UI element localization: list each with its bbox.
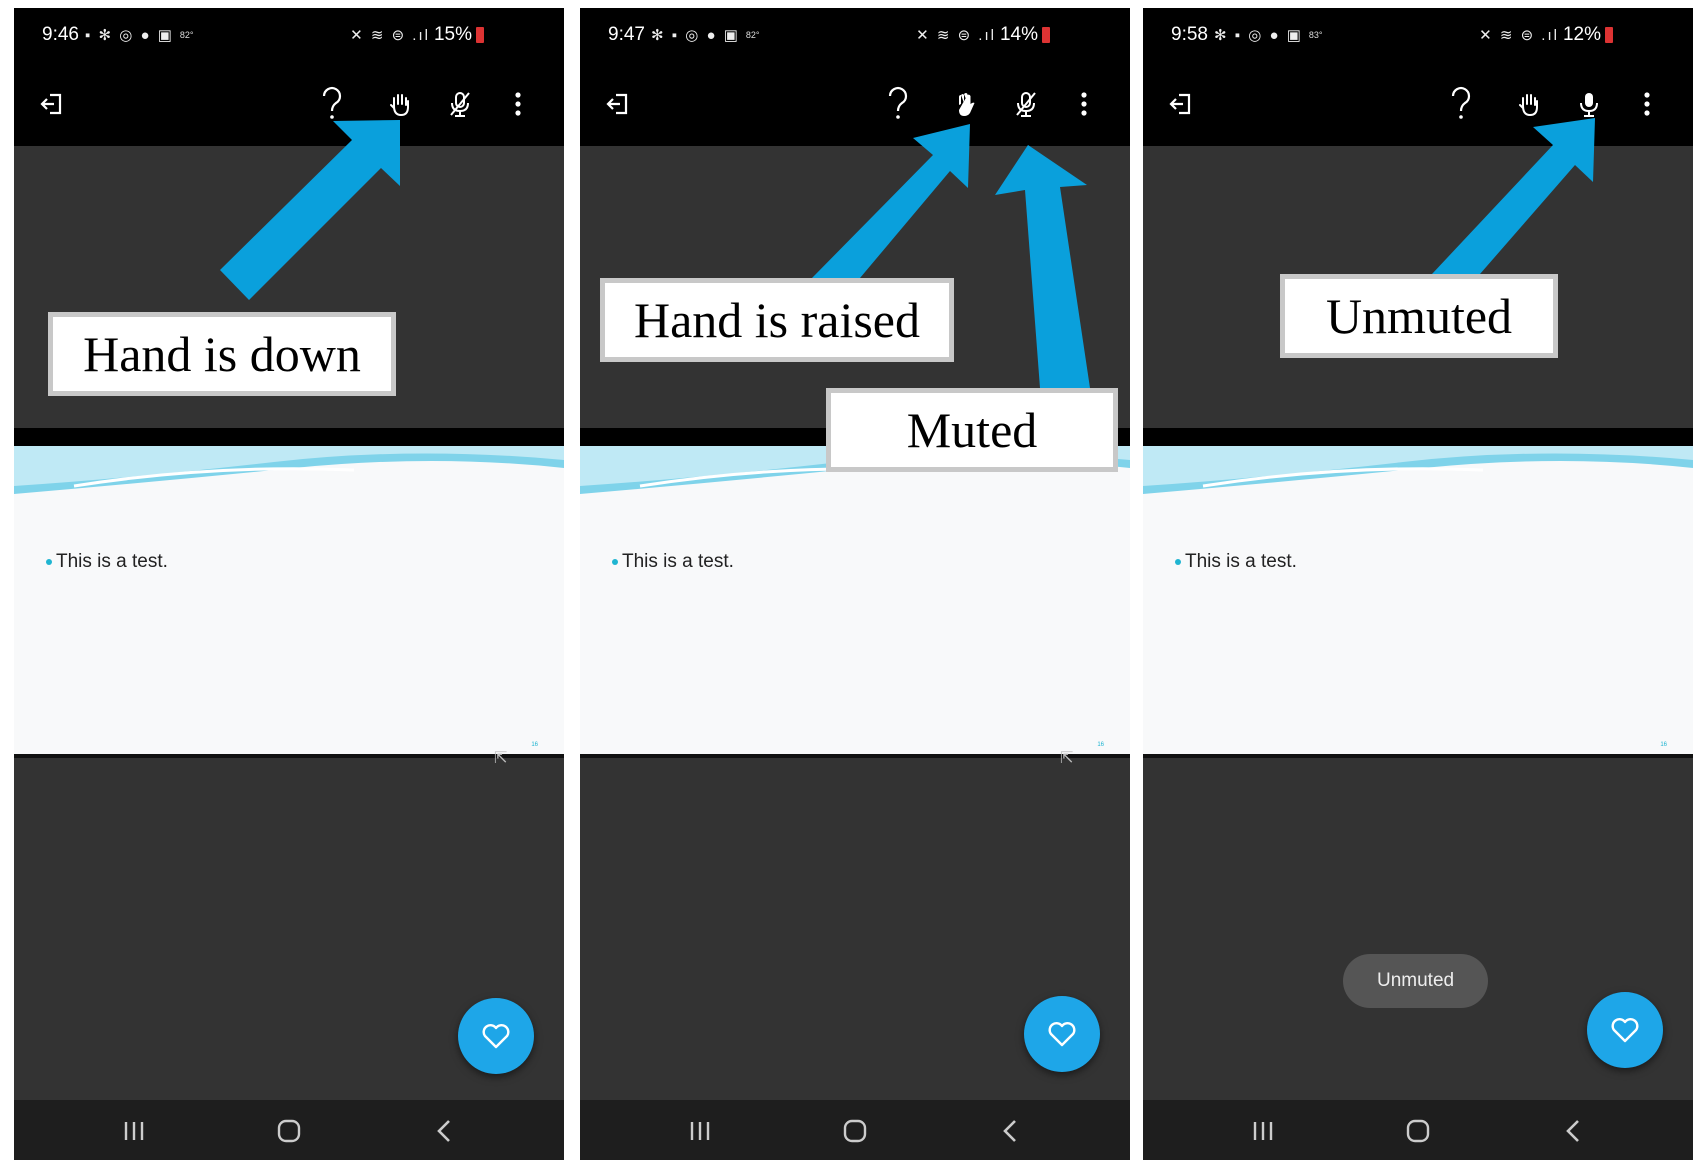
home-icon[interactable]: [269, 1114, 309, 1148]
help-icon[interactable]: [1443, 86, 1479, 122]
battery-icon: [1042, 27, 1050, 43]
recents-icon[interactable]: [1243, 1114, 1283, 1148]
callout-hand-down: Hand is down: [48, 312, 396, 396]
callout-hand-raised: Hand is raised: [600, 278, 954, 362]
mic-icon[interactable]: [1571, 86, 1607, 122]
app-toolbar: [580, 64, 1130, 146]
app-toolbar: [14, 64, 564, 146]
bullet-dot: [612, 559, 618, 565]
slide-wave-decoration: [14, 446, 564, 494]
exit-icon[interactable]: [1163, 86, 1199, 122]
home-icon[interactable]: [835, 1114, 875, 1148]
android-nav-bar: [580, 1100, 1130, 1160]
mic-muted-icon[interactable]: [442, 86, 478, 122]
slide-bullet: This is a test.: [46, 551, 168, 573]
slide: This is a test. 16: [14, 428, 564, 758]
recents-icon[interactable]: [680, 1114, 720, 1148]
status-bar: 9:47 ✻ ▪ ◎ ● ▣ 82° ✕ ≋ ⊜ .ıl 14%: [580, 8, 1130, 64]
notification-icons: ✻ ▪ ◎ ● ▣: [1213, 27, 1303, 44]
status-temperature: 82°: [179, 30, 194, 40]
slide-bullet: This is a test.: [1175, 551, 1297, 573]
slide-page-number: 16: [1660, 742, 1667, 748]
slide-page-number: 16: [1097, 742, 1104, 748]
heart-icon: [1611, 1018, 1639, 1043]
status-temperature: 83°: [1308, 30, 1323, 40]
reactions-fab[interactable]: [1024, 996, 1100, 1072]
phone-screen-3: 9:58 ✻ ▪ ◎ ● ▣ 83° ✕ ≋ ⊜ .ıl 12% This is…: [1143, 8, 1693, 1160]
bullet-dot: [1175, 559, 1181, 565]
help-icon[interactable]: [314, 86, 350, 122]
callout-unmuted: Unmuted: [1280, 274, 1558, 358]
heart-icon: [1048, 1022, 1076, 1047]
toast-message: Unmuted: [1343, 954, 1489, 1008]
slide-bullet-text: This is a test.: [1185, 551, 1297, 572]
back-icon[interactable]: [990, 1114, 1030, 1148]
more-vertical-icon[interactable]: [500, 86, 536, 122]
signal-icons: ✕ ≋ ⊜ .ıl: [350, 27, 430, 44]
cursor-icon: ⇱: [1060, 750, 1074, 767]
back-icon[interactable]: [1553, 1114, 1593, 1148]
back-icon[interactable]: [424, 1114, 464, 1148]
signal-icons: ✕ ≋ ⊜ .ıl: [916, 27, 996, 44]
reactions-fab[interactable]: [1587, 992, 1663, 1068]
bullet-dot: [46, 559, 52, 565]
status-bar: 9:58 ✻ ▪ ◎ ● ▣ 83° ✕ ≋ ⊜ .ıl 12%: [1143, 8, 1693, 64]
mic-muted-icon[interactable]: [1008, 86, 1044, 122]
more-vertical-icon[interactable]: [1066, 86, 1102, 122]
android-nav-bar: [14, 1100, 564, 1160]
heart-icon: [482, 1024, 510, 1049]
app-toolbar: [1143, 64, 1693, 146]
raise-hand-icon[interactable]: [1511, 86, 1547, 122]
battery-percent: 12%: [1562, 24, 1601, 45]
slide-bullet-text: This is a test.: [622, 551, 734, 572]
callout-muted: Muted: [826, 388, 1118, 472]
battery-percent: 15%: [433, 24, 472, 45]
home-icon[interactable]: [1398, 1114, 1438, 1148]
raise-hand-icon[interactable]: [382, 86, 418, 122]
signal-icons: ✕ ≋ ⊜ .ıl: [1479, 27, 1559, 44]
notification-icons: ✻ ▪ ◎ ● ▣: [650, 27, 740, 44]
status-time: 9:58: [1171, 24, 1208, 45]
reactions-fab[interactable]: [458, 998, 534, 1074]
android-nav-bar: [1143, 1100, 1693, 1160]
phone-screen-1: 9:46 ▪ ✻ ◎ ● ▣ 82° ✕ ≋ ⊜ .ıl 15% This is…: [14, 8, 564, 1160]
status-bar: 9:46 ▪ ✻ ◎ ● ▣ 82° ✕ ≋ ⊜ .ıl 15%: [14, 8, 564, 64]
status-temperature: 82°: [745, 30, 760, 40]
slide: This is a test. 16: [580, 428, 1130, 758]
phone-screen-2: 9:47 ✻ ▪ ◎ ● ▣ 82° ✕ ≋ ⊜ .ıl 14% This is…: [580, 8, 1130, 1160]
slide: This is a test. 16: [1143, 428, 1693, 758]
battery-icon: [476, 27, 484, 43]
slide-bullet-text: This is a test.: [56, 551, 168, 572]
status-time: 9:47: [608, 24, 645, 45]
exit-icon[interactable]: [34, 86, 70, 122]
battery-percent: 14%: [999, 24, 1038, 45]
slide-page-number: 16: [531, 742, 538, 748]
recents-icon[interactable]: [114, 1114, 154, 1148]
battery-icon: [1605, 27, 1613, 43]
status-time: 9:46: [42, 24, 79, 45]
exit-icon[interactable]: [600, 86, 636, 122]
raise-hand-icon[interactable]: [948, 86, 984, 122]
slide-bullet: This is a test.: [612, 551, 734, 573]
help-icon[interactable]: [880, 86, 916, 122]
notification-icons: ▪ ✻ ◎ ● ▣: [84, 27, 174, 44]
cursor-icon: ⇱: [494, 750, 508, 767]
more-vertical-icon[interactable]: [1629, 86, 1665, 122]
slide-wave-decoration: [1143, 446, 1693, 494]
